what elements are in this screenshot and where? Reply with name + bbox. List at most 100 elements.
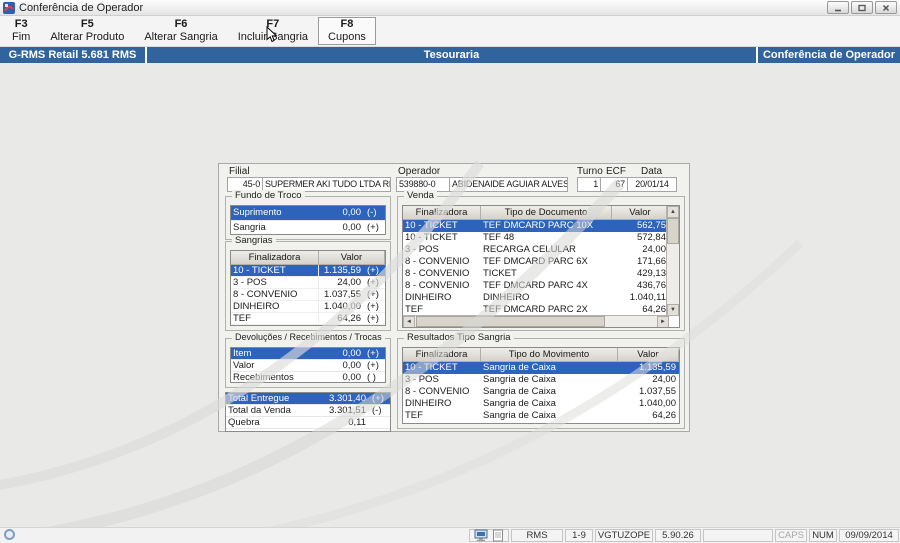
total-row[interactable]: Total da Venda 3.301,51 (-) [226,405,390,417]
sangria-row[interactable]: 3 - POS 24,00 (+) [231,277,385,289]
devolucao-row[interactable]: Recebimentos 0,00 ( ) [231,372,385,383]
cell-finalizadora: 10 - TICKET [405,362,458,373]
cell-valor: 1.040,00 [324,301,361,312]
column-header-valor[interactable]: Valor [319,251,385,265]
fundo-troco-row[interactable]: Sangria 0,00 (+) [231,221,385,234]
computer-icon [474,529,489,542]
venda-row[interactable]: 8 - CONVENIO TEF DMCARD PARC 6X 171,66 [403,256,669,268]
statusbar-range: 1-9 [565,529,593,542]
venda-row[interactable]: 10 - TICKET TEF DMCARD PARC 10X 562,75 [403,220,669,232]
venda-horizontal-scrollbar[interactable]: ◄ ► [403,315,669,327]
app-header-bar: G-RMS Retail 5.681 RMS Tesouraria Confer… [0,47,900,63]
cell-sign: (+) [367,360,379,371]
resultado-row[interactable]: 8 - CONVENIO Sangria de Caixa 1.037,55 [403,386,679,398]
sangria-row[interactable]: 10 - TICKET 1.135,59 (+) [231,265,385,277]
minimize-button[interactable] [827,1,849,14]
header-center-segment: Tesouraria [147,47,756,63]
resultado-row[interactable]: 3 - POS Sangria de Caixa 24,00 [403,374,679,386]
cell-valor: 24,00 [652,374,676,385]
statusbar-date: 09/09/2014 [839,529,899,542]
cell-tipo: TEF 48 [483,232,515,243]
toolbar-label: Alterar Produto [50,31,125,43]
resultados-table: Finalizadora Tipo do Movimento Valor 10 … [402,347,680,424]
scroll-right-icon[interactable]: ► [657,316,669,327]
venda-vertical-scrollbar[interactable]: ▲ ▼ [666,206,679,316]
app-icon [3,1,15,14]
venda-row[interactable]: 10 - TICKET TEF 48 572,84 [403,232,669,244]
total-row[interactable]: Total Entregue 3.301,40 (+) [226,393,390,405]
statusbar-app: RMS [511,529,563,542]
close-button[interactable] [875,1,897,14]
operador-name-field[interactable]: ABIDENAIDE AGUIAR ALVES [449,177,568,192]
cell-tipo: Sangria de Caixa [483,362,556,373]
toolbar-label: Alterar Sangria [144,31,218,43]
cell-finalizadora: 3 - POS [405,374,439,385]
sangria-row[interactable]: TEF 64,26 (+) [231,313,385,325]
column-header-tipo-documento[interactable]: Tipo de Documento [481,206,612,220]
resultado-row[interactable]: DINHEIRO Sangria de Caixa 1.040,00 [403,398,679,410]
group-title: Resultados Tipo Sangria [404,332,514,343]
toolbar-button-f5-alterar-produto[interactable]: F5 Alterar Produto [40,17,134,45]
column-header-finalizadora[interactable]: Finalizadora [403,348,481,362]
horizontal-scrollbar-thumb[interactable] [416,316,605,327]
toolbar-button-f6-alterar-sangria[interactable]: F6 Alterar Sangria [134,17,227,45]
column-header-valor[interactable]: Valor [612,206,669,220]
cell-sign: (+) [367,313,379,324]
cell-tipo: Sangria de Caixa [483,386,556,397]
cell-valor: 1.040,00 [639,398,676,409]
cell-valor: 436,76 [636,280,666,291]
cell-label: Recebimentos [233,372,294,383]
cell-sign [368,417,390,428]
column-header-finalizadora[interactable]: Finalizadora [231,251,319,265]
toolbar-button-f3-fim[interactable]: F3 Fim [2,17,40,45]
horizontal-scrollbar-track[interactable] [415,316,657,327]
cell-valor: 24,00 [642,244,666,255]
data-field[interactable]: 20/01/14 [627,177,677,192]
venda-row[interactable]: 8 - CONVENIO TEF DMCARD PARC 4X 436,76 [403,280,669,292]
devolucao-row[interactable]: Item 0,00 (+) [231,348,385,360]
resultados-tipo-sangria-group: Resultados Tipo Sangria Finalizadora Tip… [397,332,685,429]
resultados-rows: 10 - TICKET Sangria de Caixa 1.135,59 3 - P… [403,362,679,422]
cell-sign: (+) [367,222,379,233]
cell-value: 0,00 [342,372,362,383]
toolbar-key: F3 [14,18,28,30]
group-title: Sangrias [232,235,276,246]
statusbar-caps: CAPS [775,529,807,542]
resultado-row[interactable]: 10 - TICKET Sangria de Caixa 1.135,59 [403,362,679,374]
cell-label: Valor [233,360,255,371]
cell-valor: 1.037,55 [324,289,361,300]
cell-valor: 64,26 [337,313,361,324]
cell-value: 3.301,51 [329,405,366,416]
devolucoes-list: Item 0,00 (+) Valor 0,00 (+) Recebimentos 0,00 (… [230,347,386,383]
cell-valor: 24,00 [337,277,361,288]
scroll-left-icon[interactable]: ◄ [403,316,415,327]
fundo-troco-row[interactable]: Suprimento 0,00 (-) [231,206,385,221]
statusbar-user: VGTUZOPE [595,529,653,542]
venda-row[interactable]: 3 - POS RECARGA CELULAR 24,00 [403,244,669,256]
ecf-label: ECF [606,166,626,177]
resultado-row[interactable]: TEF Sangria de Caixa 64,26 [403,410,679,422]
cell-valor: 1.135,59 [639,362,676,373]
cell-tipo: DINHEIRO [483,292,530,303]
ecf-field[interactable]: 67 [600,177,628,192]
sangria-row[interactable]: 8 - CONVENIO 1.037,55 (+) [231,289,385,301]
devolucao-row[interactable]: Valor 0,00 (+) [231,360,385,372]
column-header-tipo-movimento[interactable]: Tipo do Movimento [481,348,618,362]
scroll-up-icon[interactable]: ▲ [667,206,679,218]
vertical-scrollbar-thumb[interactable] [667,218,679,244]
sangria-row[interactable]: DINHEIRO 1.040,00 (+) [231,301,385,313]
cell-label: Sangria [233,222,266,233]
column-header-finalizadora[interactable]: Finalizadora [403,206,481,220]
statusbar-spacer [0,528,467,543]
venda-row[interactable]: 8 - CONVENIO TICKET 429,13 [403,268,669,280]
turno-field[interactable]: 1 [577,177,601,192]
toolbar-button-f8-cupons[interactable]: F8 Cupons [318,17,376,45]
totais-list: Total Entregue 3.301,40 (+) Total da Venda 3… [225,392,391,432]
toolbar-label: Fim [12,31,31,43]
venda-row[interactable]: DINHEIRO DINHEIRO 1.040,11 [403,292,669,304]
sangrias-group: Sangrias Finalizadora Valor 10 - TICKET 1… [225,235,391,331]
total-row[interactable]: Quebra 0,11 [226,417,390,429]
maximize-button[interactable] [851,1,873,14]
column-header-valor[interactable]: Valor [618,348,679,362]
cell-value: 0,00 [342,348,362,359]
